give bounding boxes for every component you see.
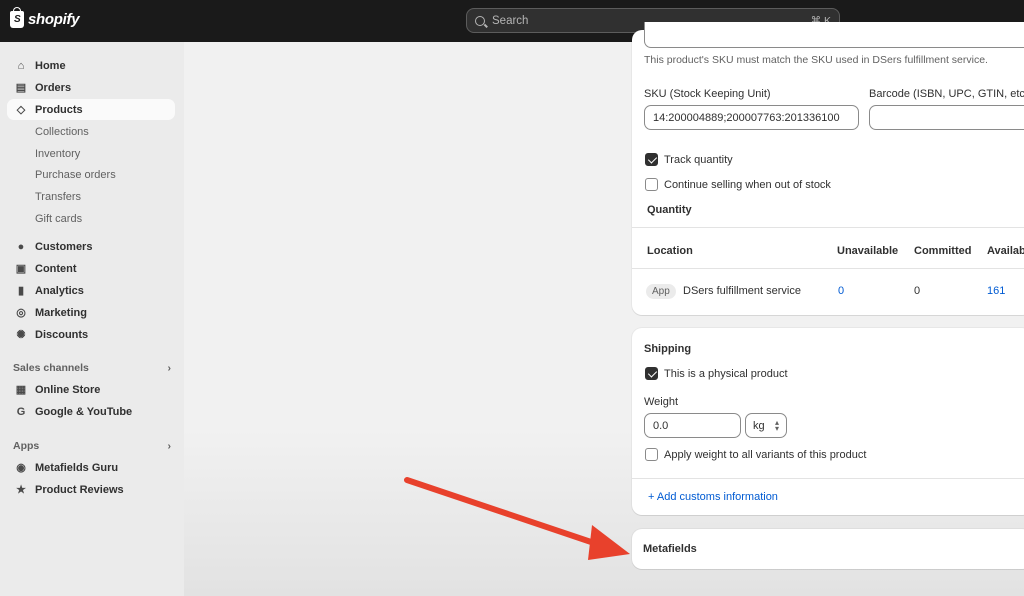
add-customs-link[interactable]: + Add customs information xyxy=(648,491,778,503)
sidebar-item-content[interactable]: ▣ Content xyxy=(7,258,175,279)
metafields-title: Metafields xyxy=(643,543,697,555)
column-header-available: Availabl xyxy=(987,245,1024,257)
unavailable-value[interactable]: 0 xyxy=(838,285,844,297)
apps-header[interactable]: Apps › xyxy=(13,440,171,452)
apply-all-label: Apply weight to all variants of this pro… xyxy=(664,449,867,461)
sidebar-item-label: Content xyxy=(35,262,77,275)
target-icon: ◎ xyxy=(16,307,26,319)
sidebar-item-label: Products xyxy=(35,103,83,116)
search-icon xyxy=(475,15,485,26)
discount-icon: ✺ xyxy=(16,329,26,341)
sidebar-item-gift-cards[interactable]: Gift cards xyxy=(7,208,175,229)
weight-input[interactable]: 0.0 xyxy=(644,413,741,438)
sidebar-item-label: Purchase orders xyxy=(35,168,116,181)
sidebar-item-collections[interactable]: Collections xyxy=(7,121,175,142)
barcode-label: Barcode (ISBN, UPC, GTIN, etc.) xyxy=(869,88,1024,100)
physical-product-label: This is a physical product xyxy=(664,368,788,380)
continue-selling-label: Continue selling when out of stock xyxy=(664,179,831,191)
sku-help-text: This product's SKU must match the SKU us… xyxy=(644,54,988,66)
sidebar-item-products[interactable]: ◇ Products xyxy=(7,99,175,120)
continue-selling-checkbox[interactable] xyxy=(645,178,658,191)
sidebar-item-product-reviews[interactable]: ★ Product Reviews xyxy=(7,479,175,500)
logo-text: shopify xyxy=(28,11,80,28)
chevron-right-icon: › xyxy=(167,362,172,374)
sku-input[interactable]: 14:200004889;200007763:201336100 xyxy=(644,105,859,130)
sidebar-item-purchase-orders[interactable]: Purchase orders xyxy=(7,164,175,185)
barcode-input[interactable] xyxy=(869,105,1024,130)
home-icon: ⌂ xyxy=(17,59,25,72)
content-icon: ▣ xyxy=(15,263,27,275)
app-badge: App xyxy=(646,284,676,299)
apply-all-checkbox[interactable] xyxy=(645,448,658,461)
shopify-logo[interactable]: S shopify xyxy=(10,7,80,28)
sidebar-item-label: Collections xyxy=(35,125,89,138)
sidebar-item-label: Analytics xyxy=(35,284,84,297)
column-header-committed: Committed xyxy=(914,245,972,257)
committed-value: 0 xyxy=(914,285,921,297)
shopify-bag-icon: S xyxy=(10,7,24,28)
sidebar-item-label: Discounts xyxy=(35,328,89,341)
weight-label: Weight xyxy=(644,396,679,408)
track-quantity-checkbox[interactable] xyxy=(645,153,658,166)
sidebar-item-label: Product Reviews xyxy=(35,483,124,496)
physical-product-checkbox[interactable] xyxy=(645,367,658,380)
sidebar-item-online-store[interactable]: ▦ Online Store xyxy=(7,379,175,400)
sidebar-item-home[interactable]: ⌂ Home xyxy=(7,55,175,76)
sku-label: SKU (Stock Keeping Unit) xyxy=(644,88,771,100)
divider xyxy=(632,227,1024,228)
inbox-icon: ▤ xyxy=(15,82,27,94)
divider xyxy=(632,268,1024,269)
google-icon: G xyxy=(16,405,26,418)
sidebar-item-label: Online Store xyxy=(35,383,101,396)
sidebar-item-discounts[interactable]: ✺ Discounts xyxy=(7,324,175,345)
divider xyxy=(632,478,1024,479)
apps-label: Apps xyxy=(13,440,40,452)
sidebar-item-label: Metafields Guru xyxy=(35,461,119,474)
previous-field[interactable] xyxy=(644,22,1024,48)
track-quantity-label: Track quantity xyxy=(664,154,733,166)
star-icon: ★ xyxy=(16,484,26,496)
sidebar-item-label: Customers xyxy=(35,240,93,253)
sidebar-item-analytics[interactable]: ▮ Analytics xyxy=(7,280,175,301)
select-chevron-icon: ▴ ▾ xyxy=(774,417,779,433)
sidebar: ⌂ Home ▤ Orders ◇ Products Collections I… xyxy=(0,42,184,596)
sidebar-item-label: Home xyxy=(35,59,66,72)
sales-channels-label: Sales channels xyxy=(13,362,89,374)
shipping-title: Shipping xyxy=(644,343,692,355)
sidebar-item-label: Marketing xyxy=(35,306,87,319)
location-name: DSers fulfillment service xyxy=(683,285,801,297)
sales-channels-header[interactable]: Sales channels › xyxy=(13,362,171,374)
weight-unit-value: kg xyxy=(753,419,765,432)
sidebar-item-label: Transfers xyxy=(35,190,82,203)
person-icon: ● xyxy=(17,240,25,253)
available-value[interactable]: 161 xyxy=(987,285,1005,297)
sidebar-item-customers[interactable]: ● Customers xyxy=(7,236,175,257)
sidebar-item-label: Orders xyxy=(35,81,72,94)
sidebar-item-inventory[interactable]: Inventory xyxy=(7,143,175,164)
store-icon: ▦ xyxy=(15,384,27,396)
sidebar-item-label: Gift cards xyxy=(35,212,83,225)
sidebar-item-marketing[interactable]: ◎ Marketing xyxy=(7,302,175,323)
sidebar-item-label: Google & YouTube xyxy=(35,405,133,418)
sidebar-item-transfers[interactable]: Transfers xyxy=(7,186,175,207)
column-header-location: Location xyxy=(647,245,693,257)
chevron-right-icon: › xyxy=(167,440,172,452)
sidebar-item-label: Inventory xyxy=(35,147,81,160)
sidebar-item-orders[interactable]: ▤ Orders xyxy=(7,77,175,98)
weight-unit-select[interactable]: kg ▴ ▾ xyxy=(745,413,787,438)
inventory-card xyxy=(632,30,1024,315)
sidebar-item-metafields-guru[interactable]: ◉ Metafields Guru xyxy=(7,457,175,478)
quantity-heading: Quantity xyxy=(647,204,692,216)
sidebar-item-google-youtube[interactable]: G Google & YouTube xyxy=(7,401,175,422)
bar-chart-icon: ▮ xyxy=(17,285,25,297)
column-header-unavailable: Unavailable xyxy=(837,245,899,257)
guru-icon: ◉ xyxy=(16,462,26,474)
tag-icon: ◇ xyxy=(16,104,26,116)
